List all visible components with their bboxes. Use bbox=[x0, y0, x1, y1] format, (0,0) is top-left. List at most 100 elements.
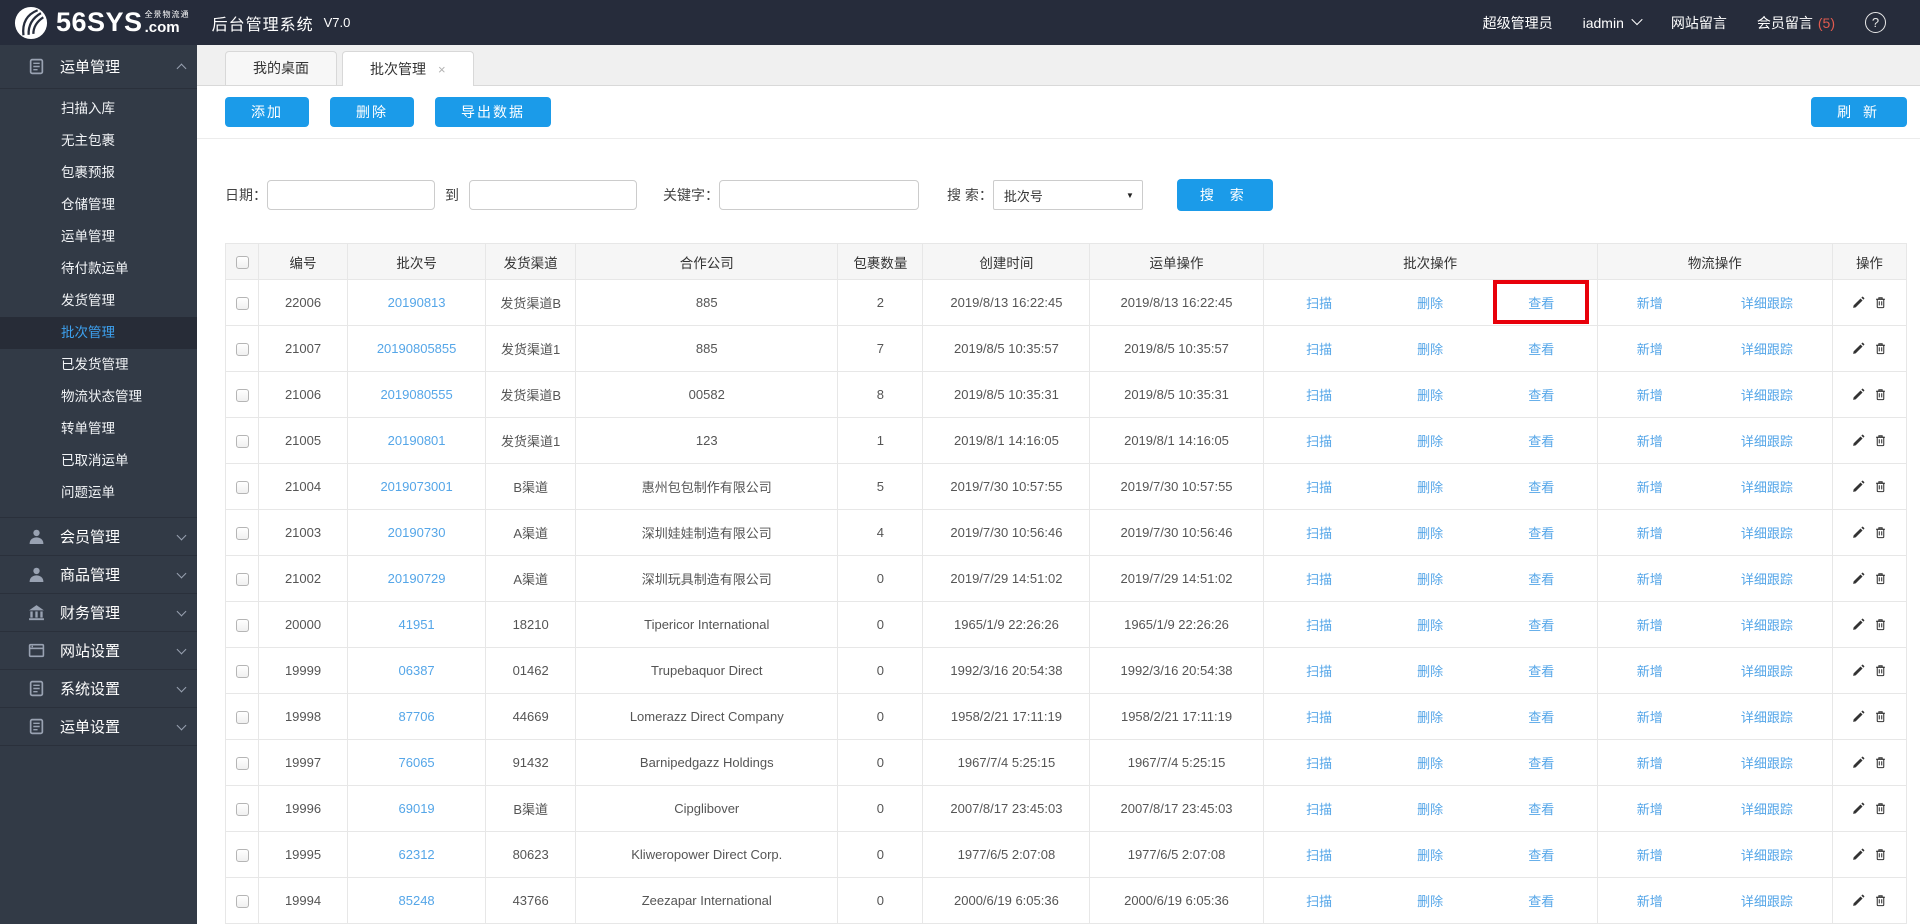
batch-op-link[interactable]: 删除 bbox=[1417, 293, 1443, 312]
member-messages-link[interactable]: 会员留言(5) bbox=[1757, 13, 1835, 33]
batch-op-link[interactable]: 删除 bbox=[1417, 707, 1443, 726]
edit-icon[interactable] bbox=[1852, 480, 1865, 493]
batch-op-link[interactable]: 扫描 bbox=[1306, 891, 1332, 910]
batch-op-link[interactable]: 查看 bbox=[1528, 891, 1554, 910]
batch-no-link[interactable]: 2019073001 bbox=[380, 479, 452, 494]
edit-icon[interactable] bbox=[1852, 296, 1865, 309]
logistics-op-link[interactable]: 新增 bbox=[1637, 845, 1663, 864]
date-to-input[interactable] bbox=[469, 180, 637, 210]
search-button[interactable]: 搜 索 bbox=[1177, 179, 1273, 211]
batch-no-link[interactable]: 06387 bbox=[399, 663, 435, 678]
batch-op-link[interactable]: 扫描 bbox=[1306, 753, 1332, 772]
logistics-op-link[interactable]: 详细跟踪 bbox=[1741, 707, 1793, 726]
trash-icon[interactable] bbox=[1874, 296, 1887, 309]
sidebar-section-3[interactable]: 财务管理 bbox=[0, 594, 197, 632]
delete-button[interactable]: 删除 bbox=[330, 97, 414, 127]
trash-icon[interactable] bbox=[1874, 710, 1887, 723]
batch-no-link[interactable]: 76065 bbox=[399, 755, 435, 770]
logistics-op-link[interactable]: 新增 bbox=[1637, 569, 1663, 588]
logistics-op-link[interactable]: 新增 bbox=[1637, 661, 1663, 680]
logistics-op-link[interactable]: 详细跟踪 bbox=[1741, 477, 1793, 496]
row-checkbox[interactable] bbox=[236, 435, 249, 448]
logistics-op-link[interactable]: 详细跟踪 bbox=[1741, 431, 1793, 450]
sidebar-item-0-12[interactable]: 问题运单 bbox=[0, 477, 197, 509]
batch-op-link[interactable]: 删除 bbox=[1417, 891, 1443, 910]
keyword-input[interactable] bbox=[719, 180, 919, 210]
row-checkbox[interactable] bbox=[236, 895, 249, 908]
batch-op-link[interactable]: 查看 bbox=[1528, 296, 1554, 311]
sidebar-item-0-1[interactable]: 无主包裹 bbox=[0, 125, 197, 157]
batch-no-link[interactable]: 69019 bbox=[399, 801, 435, 816]
search-type-select[interactable]: 批次号 ▼ bbox=[993, 180, 1143, 210]
edit-icon[interactable] bbox=[1852, 434, 1865, 447]
batch-op-link[interactable]: 删除 bbox=[1417, 339, 1443, 358]
trash-icon[interactable] bbox=[1874, 342, 1887, 355]
trash-icon[interactable] bbox=[1874, 480, 1887, 493]
logistics-op-link[interactable]: 详细跟踪 bbox=[1741, 615, 1793, 634]
tab-batch-management[interactable]: 批次管理 × bbox=[342, 51, 474, 86]
row-checkbox[interactable] bbox=[236, 481, 249, 494]
logistics-op-link[interactable]: 新增 bbox=[1637, 753, 1663, 772]
logistics-op-link[interactable]: 详细跟踪 bbox=[1741, 799, 1793, 818]
batch-no-link[interactable]: 20190805855 bbox=[377, 341, 457, 356]
batch-op-link[interactable]: 查看 bbox=[1528, 661, 1554, 680]
sidebar-item-0-6[interactable]: 发货管理 bbox=[0, 285, 197, 317]
batch-op-link[interactable]: 查看 bbox=[1528, 523, 1554, 542]
batch-op-link[interactable]: 扫描 bbox=[1306, 477, 1332, 496]
batch-op-link[interactable]: 扫描 bbox=[1306, 431, 1332, 450]
batch-op-link[interactable]: 扫描 bbox=[1306, 569, 1332, 588]
logistics-op-link[interactable]: 新增 bbox=[1637, 615, 1663, 634]
batch-op-link[interactable]: 查看 bbox=[1528, 431, 1554, 450]
batch-op-link[interactable]: 删除 bbox=[1417, 615, 1443, 634]
batch-op-link[interactable]: 扫描 bbox=[1306, 385, 1332, 404]
logistics-op-link[interactable]: 新增 bbox=[1637, 523, 1663, 542]
sidebar-item-0-8[interactable]: 已发货管理 bbox=[0, 349, 197, 381]
trash-icon[interactable] bbox=[1874, 664, 1887, 677]
sidebar-item-0-9[interactable]: 物流状态管理 bbox=[0, 381, 197, 413]
logistics-op-link[interactable]: 新增 bbox=[1637, 891, 1663, 910]
trash-icon[interactable] bbox=[1874, 388, 1887, 401]
date-from-input[interactable] bbox=[267, 180, 435, 210]
sidebar-section-4[interactable]: 网站设置 bbox=[0, 632, 197, 670]
sidebar-section-6[interactable]: 运单设置 bbox=[0, 708, 197, 746]
batch-op-link[interactable]: 扫描 bbox=[1306, 293, 1332, 312]
batch-op-link[interactable]: 查看 bbox=[1528, 569, 1554, 588]
batch-no-link[interactable]: 20190729 bbox=[388, 571, 446, 586]
edit-icon[interactable] bbox=[1852, 526, 1865, 539]
edit-icon[interactable] bbox=[1852, 756, 1865, 769]
sidebar-item-0-3[interactable]: 仓储管理 bbox=[0, 189, 197, 221]
edit-icon[interactable] bbox=[1852, 388, 1865, 401]
batch-no-link[interactable]: 87706 bbox=[399, 709, 435, 724]
batch-no-link[interactable]: 20190801 bbox=[388, 433, 446, 448]
tab-my-desktop[interactable]: 我的桌面 bbox=[225, 51, 337, 85]
batch-op-link[interactable]: 删除 bbox=[1417, 523, 1443, 542]
edit-icon[interactable] bbox=[1852, 572, 1865, 585]
sidebar-item-0-2[interactable]: 包裹预报 bbox=[0, 157, 197, 189]
batch-no-link[interactable]: 85248 bbox=[399, 893, 435, 908]
batch-op-link[interactable]: 删除 bbox=[1417, 569, 1443, 588]
batch-op-link[interactable]: 扫描 bbox=[1306, 339, 1332, 358]
row-checkbox[interactable] bbox=[236, 849, 249, 862]
logistics-op-link[interactable]: 新增 bbox=[1637, 293, 1663, 312]
logistics-op-link[interactable]: 详细跟踪 bbox=[1741, 891, 1793, 910]
logistics-op-link[interactable]: 详细跟踪 bbox=[1741, 845, 1793, 864]
row-checkbox[interactable] bbox=[236, 297, 249, 310]
sidebar-item-0-10[interactable]: 转单管理 bbox=[0, 413, 197, 445]
sidebar-section-0[interactable]: 运单管理 bbox=[0, 45, 197, 89]
batch-op-link[interactable]: 扫描 bbox=[1306, 523, 1332, 542]
batch-no-link[interactable]: 20190813 bbox=[388, 295, 446, 310]
batch-op-link[interactable]: 查看 bbox=[1528, 707, 1554, 726]
batch-op-link[interactable]: 查看 bbox=[1528, 799, 1554, 818]
logistics-op-link[interactable]: 新增 bbox=[1637, 385, 1663, 404]
trash-icon[interactable] bbox=[1874, 848, 1887, 861]
edit-icon[interactable] bbox=[1852, 710, 1865, 723]
trash-icon[interactable] bbox=[1874, 526, 1887, 539]
batch-op-link[interactable]: 扫描 bbox=[1306, 661, 1332, 680]
trash-icon[interactable] bbox=[1874, 894, 1887, 907]
row-checkbox[interactable] bbox=[236, 527, 249, 540]
logistics-op-link[interactable]: 详细跟踪 bbox=[1741, 523, 1793, 542]
batch-no-link[interactable]: 2019080555 bbox=[380, 387, 452, 402]
logistics-op-link[interactable]: 新增 bbox=[1637, 339, 1663, 358]
batch-op-link[interactable]: 查看 bbox=[1528, 845, 1554, 864]
trash-icon[interactable] bbox=[1874, 618, 1887, 631]
